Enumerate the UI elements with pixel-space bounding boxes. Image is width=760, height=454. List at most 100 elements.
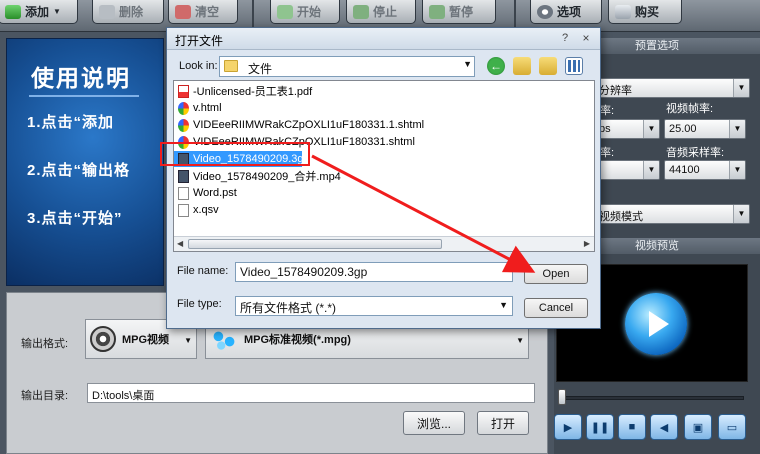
scroll-right-icon[interactable]: ▶ xyxy=(584,239,590,248)
view-menu-button[interactable] xyxy=(565,57,583,75)
samplerate-select[interactable]: 44100 ▼ xyxy=(664,160,746,180)
file-item[interactable]: VIDEeeRIIMWRakCZpOXLI1uF180331.1.shtml xyxy=(174,117,424,133)
seek-slider-thumb[interactable] xyxy=(558,389,566,405)
dialog-titlebar: 打开文件 ? × xyxy=(167,28,600,50)
horizontal-scrollbar[interactable]: ◀ ▶ xyxy=(174,236,594,251)
file-name: Word.pst xyxy=(193,187,237,199)
pause-button[interactable]: 暂停 xyxy=(422,0,496,24)
chevron-down-icon: ▼ xyxy=(184,336,192,345)
new-folder-button[interactable] xyxy=(539,57,557,75)
pause-icon xyxy=(429,4,445,19)
stop-icon: ■ xyxy=(628,421,636,433)
highlight-box xyxy=(160,142,310,166)
toolbar-separator xyxy=(252,0,254,30)
pdf-icon xyxy=(178,84,189,98)
back-arrow-icon: ← xyxy=(490,59,502,73)
look-in-label: Look in: xyxy=(179,60,218,72)
chevron-down-icon: ▼ xyxy=(733,205,749,223)
stop-button[interactable]: ■ xyxy=(618,414,646,440)
film-reel-icon xyxy=(90,326,116,352)
volume-button[interactable]: ◀ xyxy=(650,414,678,440)
file-item[interactable]: -Unlicensed-员工表1.pdf xyxy=(174,83,312,99)
clear-button[interactable]: 清空 xyxy=(168,0,238,24)
file-item[interactable]: x.qsv xyxy=(174,202,219,218)
snapshot-button[interactable]: ▣ xyxy=(684,414,712,440)
document-icon xyxy=(178,203,189,217)
stop-icon xyxy=(353,4,369,19)
instructions-title: 使用说明 xyxy=(31,65,131,91)
output-dir-input[interactable]: D:\tools\桌面 xyxy=(87,383,535,403)
cart-icon xyxy=(615,4,631,19)
chevron-down-icon: ▼ xyxy=(643,120,659,138)
options-button[interactable]: 选项 xyxy=(530,0,602,24)
up-folder-button[interactable] xyxy=(513,57,531,75)
close-button[interactable]: × xyxy=(578,31,594,46)
help-button[interactable]: ? xyxy=(558,31,572,46)
framerate-label: 视频帧率: xyxy=(666,103,714,115)
back-button[interactable]: ← xyxy=(487,57,505,75)
document-icon xyxy=(178,186,189,200)
open-file-dialog: 打开文件 ? × Look in: 文件 ▼ ← x.qsv Word.pst Vi… xyxy=(166,27,601,329)
instruction-step-1: 1.点击“添加 xyxy=(27,114,115,131)
instruction-step-3: 3.点击“开始” xyxy=(27,210,123,227)
chevron-down-icon: ▼ xyxy=(733,79,749,97)
file-item[interactable]: v.html xyxy=(174,100,222,116)
chevron-down-icon: ▼ xyxy=(516,336,524,345)
play-button[interactable]: ▶ xyxy=(554,414,582,440)
open-folder-button[interactable]: 打开 xyxy=(477,411,529,435)
file-item[interactable]: Video_1578490209_合并.mp4 xyxy=(174,168,341,184)
add-button[interactable]: 添加 ▼ xyxy=(0,0,78,24)
file-name: VIDEeeRIIMWRakCZpOXLI1uF180331.1.shtml xyxy=(193,119,425,131)
chevron-down-icon: ▼ xyxy=(643,161,659,179)
audio-rate-label: 率: xyxy=(600,147,615,159)
delete-button[interactable]: 删除 xyxy=(92,0,164,24)
start-button[interactable]: 开始 xyxy=(270,0,340,24)
stop-button[interactable]: 停止 xyxy=(346,0,416,24)
chevron-down-icon: ▼ xyxy=(499,300,508,310)
open-button[interactable]: Open xyxy=(524,264,588,284)
pause-icon: ❚❚ xyxy=(590,421,610,434)
gear-icon xyxy=(537,4,553,19)
audio-bitrate-select[interactable]: ▼ xyxy=(594,160,660,180)
look-in-select[interactable]: 文件 ▼ xyxy=(219,56,475,77)
preset-select[interactable]: 分辨率 ▼ xyxy=(594,78,750,98)
format-dots-icon xyxy=(210,326,238,352)
toolbar-separator xyxy=(514,0,516,30)
bitrate-select[interactable]: ps ▼ xyxy=(594,119,660,139)
scroll-left-icon[interactable]: ◀ xyxy=(177,239,183,248)
chevron-down-icon: ▼ xyxy=(463,59,472,69)
samplerate-label: 音频采样率: xyxy=(666,147,725,159)
chevron-down-icon: ▼ xyxy=(729,120,745,138)
file-item[interactable]: Word.pst xyxy=(174,185,237,201)
dialog-title: 打开文件 xyxy=(175,34,224,48)
video-file-icon xyxy=(178,169,189,183)
instructions-panel: 使用说明 1.点击“添加 2.点击“输出格 3.点击“开始” xyxy=(6,38,164,286)
chevron-down-icon: ▼ xyxy=(729,161,745,179)
file-type-select[interactable]: 所有文件格式 (*.*) ▼ xyxy=(235,296,513,316)
file-name: Video_1578490209_合并.mp4 xyxy=(193,171,341,183)
file-name-label: File name: xyxy=(177,265,229,277)
browse-button[interactable]: 浏览... xyxy=(403,411,465,435)
rate-label: 率: xyxy=(600,105,615,117)
seek-slider-track[interactable] xyxy=(560,396,744,400)
folder-icon: ▭ xyxy=(726,421,738,434)
web-page-icon xyxy=(178,118,189,132)
mode-select[interactable]: 视频模式 ▼ xyxy=(594,204,750,224)
buy-button[interactable]: 购买 xyxy=(608,0,682,24)
cancel-button[interactable]: Cancel xyxy=(524,298,588,318)
scrollbar-thumb[interactable] xyxy=(188,239,442,249)
pause-button[interactable]: ❚❚ xyxy=(586,414,614,440)
delete-icon xyxy=(99,4,115,19)
file-type-label: File type: xyxy=(177,298,222,310)
file-name-input[interactable]: Video_1578490209.3gp xyxy=(235,262,513,282)
play-icon[interactable] xyxy=(625,293,687,355)
output-format-label: 输出格式: xyxy=(21,338,69,350)
chevron-down-icon: ▼ xyxy=(53,7,61,16)
camera-icon: ▣ xyxy=(692,421,704,434)
web-page-icon xyxy=(178,101,189,115)
clear-icon xyxy=(175,4,191,19)
framerate-select[interactable]: 25.00 ▼ xyxy=(664,119,746,139)
title-underline xyxy=(29,95,139,97)
file-name: v.html xyxy=(193,102,222,114)
open-folder-button[interactable]: ▭ xyxy=(718,414,746,440)
